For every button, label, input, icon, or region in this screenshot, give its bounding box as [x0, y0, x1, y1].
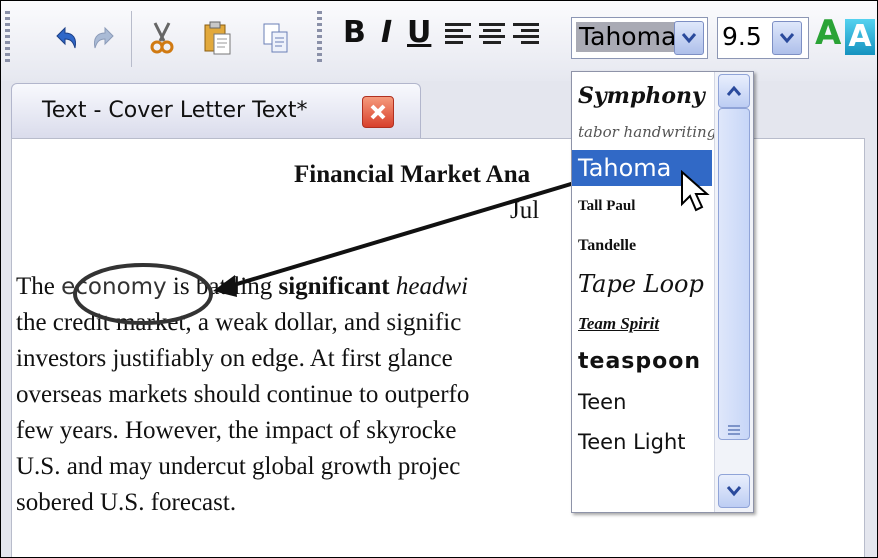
thumb-grip-icon [728, 425, 740, 435]
font-option[interactable]: teaspoon [572, 344, 718, 380]
mouse-cursor-icon [681, 170, 710, 212]
bold-text: significant [278, 273, 390, 300]
italic-text: headwi [389, 273, 469, 300]
copy-icon [263, 23, 288, 53]
scroll-down-button[interactable] [718, 474, 750, 508]
copy-button[interactable] [259, 17, 293, 59]
document-title: Financial Market Ana [294, 161, 531, 188]
close-tab-button[interactable] [362, 96, 394, 128]
toolbar-separator [131, 11, 132, 67]
highlight-icon: A [848, 19, 872, 54]
highlighted-word[interactable]: economy [61, 274, 167, 300]
italic-label: I [381, 15, 393, 50]
align-left-button[interactable] [445, 23, 471, 51]
redo-button[interactable] [87, 17, 121, 59]
font-color-icon: A [815, 13, 842, 53]
font-name-combobox[interactable]: Tahoma [571, 17, 708, 59]
paragraph-line: the credit market, a weak dollar, and si… [16, 309, 462, 336]
size-dropdown-button[interactable] [772, 21, 802, 55]
align-center-button[interactable] [479, 23, 505, 51]
bold-button[interactable]: B [343, 15, 366, 57]
paragraph-line: overseas markets should continue to outp… [16, 381, 470, 408]
document-tab[interactable]: Text - Cover Letter Text* [11, 83, 421, 140]
line-text: The [16, 273, 62, 300]
scroll-up-button[interactable] [718, 74, 750, 108]
document-date: Jul [510, 197, 540, 224]
chevron-down-icon [681, 33, 697, 44]
paste-button[interactable] [201, 17, 235, 59]
scissors-icon [150, 22, 174, 54]
font-dropdown-button[interactable] [674, 21, 704, 55]
line-text: is battling [166, 273, 279, 300]
font-option[interactable]: Team Spirit [572, 306, 718, 342]
font-list-scrollbar[interactable] [714, 72, 753, 512]
font-name-value[interactable]: Tahoma [576, 22, 680, 52]
align-right-button[interactable] [513, 23, 539, 51]
paragraph-line: investors justifiably on edge. At first … [16, 345, 453, 372]
undo-button[interactable] [49, 17, 83, 59]
scroll-thumb[interactable] [718, 108, 750, 440]
clipboard-icon [204, 21, 231, 55]
tab-label: Text - Cover Letter Text* [42, 98, 308, 123]
chevron-up-icon [726, 85, 742, 96]
font-option[interactable]: Tape Loop [572, 266, 718, 302]
undo-icon [56, 26, 76, 49]
paragraph-line: U.S. and may undercut global growth proj… [16, 453, 461, 480]
font-option[interactable]: Teen Light [572, 424, 718, 460]
redo-icon [94, 26, 114, 49]
close-icon [370, 104, 386, 120]
toolbar-grip[interactable] [317, 11, 322, 65]
paragraph-line: few years. However, the impact of skyroc… [16, 417, 457, 444]
app-window: B I U Tahoma 9.5 A A Text - Cover Letter… [0, 0, 878, 558]
font-dropdown-list[interactable]: Symphony tabor handwriting Tahoma Tall P… [571, 71, 754, 513]
formatting-toolbar: B I U Tahoma 9.5 A A [1, 1, 877, 81]
chevron-down-icon [779, 33, 795, 44]
font-option[interactable]: Teen [572, 384, 718, 420]
paragraph-line: sobered U.S. forecast. [16, 489, 237, 516]
bold-label: B [343, 15, 366, 50]
highlight-button[interactable]: A [845, 19, 875, 55]
font-color-button[interactable]: A [815, 13, 841, 55]
italic-button[interactable]: I [381, 15, 392, 57]
underline-button[interactable]: U [407, 15, 431, 57]
underline-label: U [407, 15, 432, 50]
chevron-down-icon [726, 486, 742, 497]
font-option[interactable]: tabor handwriting [572, 114, 718, 150]
paragraph-line: The economy is battling significant head… [16, 273, 468, 301]
font-size-combobox[interactable]: 9.5 [717, 17, 809, 59]
cut-button[interactable] [145, 17, 179, 59]
font-option[interactable]: Symphony [572, 78, 718, 114]
font-option[interactable]: Tandelle [572, 228, 718, 264]
font-size-value[interactable]: 9.5 [722, 22, 762, 52]
toolbar-grip[interactable] [5, 11, 10, 65]
